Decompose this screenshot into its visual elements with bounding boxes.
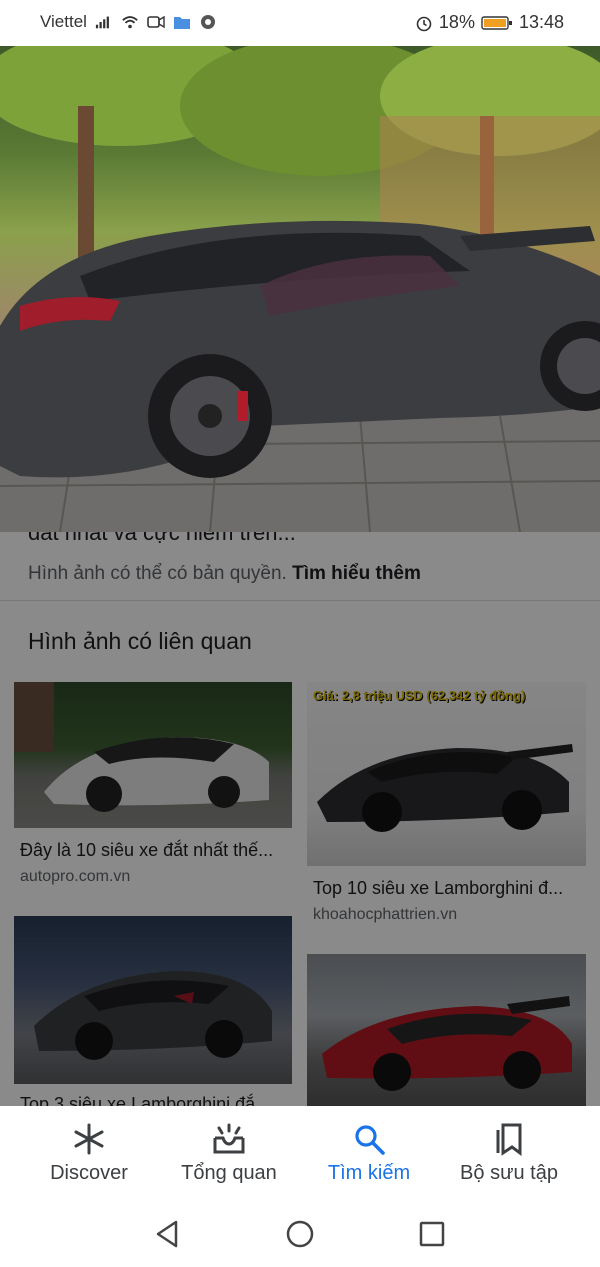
related-image-caption: Top 3 siêu xe Lamborghini đắ...	[20, 1094, 271, 1106]
related-image-caption: Đây là 10 siêu xe đắt nhất thế...	[20, 840, 274, 860]
status-bar: Viettel 18% 13:48	[0, 0, 600, 46]
folder-icon	[173, 13, 191, 31]
collections-icon	[492, 1122, 526, 1156]
system-navigation-bar	[0, 1202, 600, 1267]
related-image-card[interactable]: Đây là 10 siêu xe đắt nhất thế... autopr…	[14, 682, 292, 892]
nav-label: Tổng quan	[181, 1162, 277, 1184]
content-area: đắt nhất và cực hiếm trên... Hình ảnh có…	[0, 532, 600, 1106]
updates-tray-icon	[211, 1122, 247, 1156]
battery-icon	[481, 14, 513, 32]
related-image-source: khoahocphattrien.vn	[313, 906, 458, 923]
alarm-icon	[415, 14, 433, 32]
carrier-name: Viettel	[40, 12, 87, 31]
related-image-thumbnail[interactable]	[307, 954, 586, 1106]
learn-more-link[interactable]: Tìm hiểu thêm	[292, 563, 421, 584]
related-image-card[interactable]: Giá: 2,8 triệu USD (62,342 tỷ đồng) Top …	[307, 682, 586, 932]
related-image-thumbnail[interactable]	[14, 682, 292, 828]
nav-label: Bộ sưu tập	[460, 1162, 558, 1184]
status-right: 18% 13:48	[415, 12, 564, 33]
chrome-icon	[199, 13, 217, 31]
hero-car-image[interactable]	[0, 46, 600, 532]
related-image-thumbnail[interactable]: Giá: 2,8 triệu USD (62,342 tỷ đồng)	[307, 682, 586, 866]
related-image-source: autopro.com.vn	[20, 868, 131, 885]
search-icon	[352, 1122, 386, 1156]
nav-collections[interactable]: Bộ sưu tập	[434, 1106, 584, 1202]
image-title: đắt nhất và cực hiếm trên...	[28, 532, 296, 545]
copyright-text: Hình ảnh có thể có bản quyền.	[28, 563, 287, 584]
related-image-card[interactable]: Top 3 siêu xe Lamborghini đắ...	[14, 916, 292, 1106]
asterisk-icon	[72, 1122, 106, 1156]
bottom-navigation: Discover Tổng quan Tìm kiếm Bộ sưu tập	[0, 1106, 600, 1202]
wifi-icon	[121, 13, 139, 31]
nav-search[interactable]: Tìm kiếm	[294, 1106, 444, 1202]
battery-percent: 18%	[438, 12, 475, 32]
nav-discover[interactable]: Discover	[14, 1106, 164, 1202]
status-left: Viettel	[40, 12, 217, 32]
nav-updates[interactable]: Tổng quan	[154, 1106, 304, 1202]
video-icon	[147, 13, 165, 31]
back-icon[interactable]	[150, 1216, 186, 1252]
related-image-thumbnail[interactable]	[14, 916, 292, 1084]
nav-label: Discover	[50, 1162, 128, 1184]
nav-label: Tìm kiếm	[327, 1162, 411, 1184]
related-images-title: Hình ảnh có liên quan	[28, 628, 252, 654]
related-image-card[interactable]	[307, 954, 586, 1106]
recents-icon[interactable]	[414, 1216, 450, 1252]
divider	[0, 600, 600, 601]
related-image-caption: Top 10 siêu xe Lamborghini đ...	[313, 878, 564, 898]
clock: 13:48	[518, 12, 564, 32]
copyright-notice: Hình ảnh có thể có bản quyền. Tìm hiểu t…	[28, 563, 421, 585]
signal-icon	[95, 13, 113, 31]
home-icon[interactable]	[282, 1216, 318, 1252]
